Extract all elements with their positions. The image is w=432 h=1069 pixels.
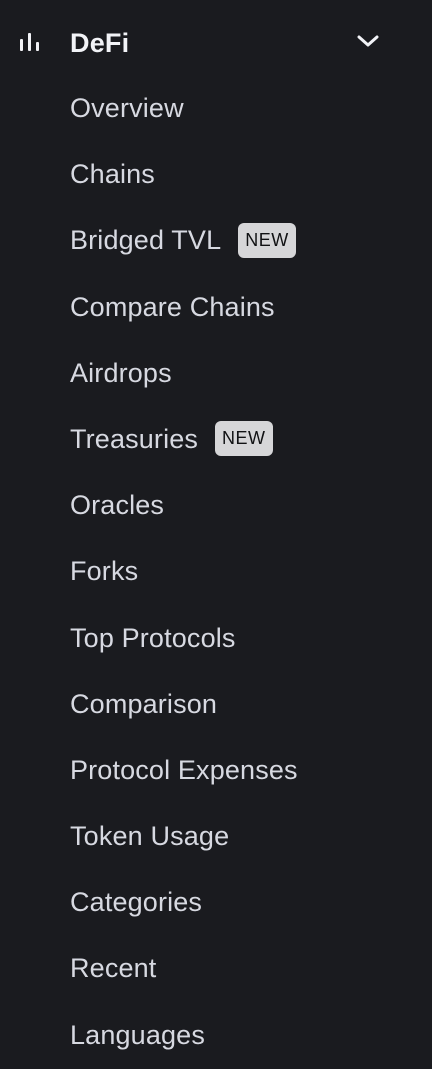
- nav-item-label: Compare Chains: [70, 291, 275, 322]
- nav-item-forks[interactable]: Forks: [0, 539, 432, 605]
- nav-link[interactable]: Recent: [70, 949, 156, 987]
- nav-item-protocol-expenses[interactable]: Protocol Expenses: [0, 738, 432, 804]
- nav-item-overview[interactable]: Overview: [0, 76, 432, 142]
- nav-item-label: Categories: [70, 887, 203, 918]
- new-badge: NEW: [238, 222, 296, 258]
- nav-link[interactable]: Languages: [70, 1016, 205, 1054]
- nav-item-languages[interactable]: Languages: [0, 1003, 432, 1069]
- nav-link[interactable]: Airdrops: [70, 354, 172, 392]
- nav-link[interactable]: Treasuries NEW: [70, 420, 273, 458]
- nav-link[interactable]: Chains: [70, 155, 155, 193]
- nav-item-bridged-tvl[interactable]: Bridged TVL NEW: [0, 208, 432, 274]
- nav-item-treasuries[interactable]: Treasuries NEW: [0, 407, 432, 473]
- nav-item-label: Top Protocols: [70, 622, 236, 653]
- nav-link[interactable]: Bridged TVL NEW: [70, 221, 296, 259]
- nav-item-label: Chains: [70, 159, 155, 190]
- sidebar: DeFi Overview Chains Bridged TVL NEW Com…: [0, 0, 432, 1068]
- bar-chart-icon: [20, 33, 39, 51]
- nav-item-token-usage[interactable]: Token Usage: [0, 804, 432, 870]
- nav-item-top-protocols[interactable]: Top Protocols: [0, 606, 432, 672]
- section-title: DeFi: [70, 28, 130, 58]
- nav-item-chains[interactable]: Chains: [0, 142, 432, 208]
- nav-link[interactable]: Categories: [70, 883, 202, 921]
- defi-section-header[interactable]: DeFi: [0, 0, 432, 84]
- nav-item-compare-chains[interactable]: Compare Chains: [0, 275, 432, 341]
- nav-item-label: Oracles: [70, 490, 165, 521]
- nav-item-oracles[interactable]: Oracles: [0, 473, 432, 539]
- nav-link[interactable]: Protocol Expenses: [70, 751, 298, 789]
- nav-item-label: Bridged TVL: [70, 225, 222, 256]
- nav-item-comparison[interactable]: Comparison: [0, 672, 432, 738]
- nav-link[interactable]: Overview: [70, 89, 184, 127]
- nav-item-label: Comparison: [70, 688, 218, 719]
- nav-link[interactable]: Forks: [70, 552, 138, 590]
- nav-item-airdrops[interactable]: Airdrops: [0, 341, 432, 407]
- nav-link[interactable]: Comparison: [70, 685, 217, 723]
- nav-item-label: Treasuries: [70, 423, 199, 454]
- nav-item-label: Languages: [70, 1019, 205, 1050]
- nav-item-label: Token Usage: [70, 821, 230, 852]
- nav-item-label: Overview: [70, 93, 184, 123]
- nav-item-label: Recent: [70, 953, 157, 984]
- nav-link[interactable]: Compare Chains: [70, 288, 275, 326]
- new-badge: NEW: [215, 421, 273, 457]
- defi-nav-list: Overview Chains Bridged TVL NEW Compare …: [0, 76, 432, 1069]
- chevron-down-icon[interactable]: [357, 33, 379, 49]
- nav-link[interactable]: Top Protocols: [70, 619, 236, 657]
- nav-item-categories[interactable]: Categories: [0, 870, 432, 936]
- nav-item-label: Forks: [70, 556, 139, 587]
- nav-item-label: Airdrops: [70, 357, 172, 388]
- nav-item-recent[interactable]: Recent: [0, 936, 432, 1002]
- nav-link[interactable]: Token Usage: [70, 817, 229, 855]
- nav-link[interactable]: Oracles: [70, 486, 164, 524]
- nav-item-label: Protocol Expenses: [70, 754, 298, 785]
